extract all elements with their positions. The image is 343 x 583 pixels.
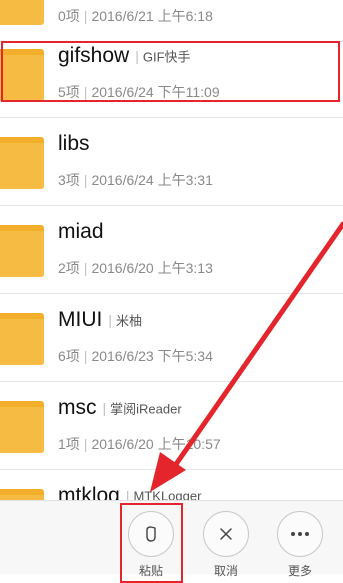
folder-name: msc <box>58 396 97 419</box>
folder-row-libs[interactable]: libs 3项 | 2016/6/24 上午3:31 <box>0 118 343 206</box>
folder-row-miui[interactable]: MIUI | 米柚 6项 | 2016/6/23 下午5:34 <box>0 294 343 382</box>
item-count: 2项 <box>58 260 80 276</box>
cancel-button[interactable]: 取消 <box>198 511 254 581</box>
folder-icon <box>0 137 44 189</box>
folder-alias: 米柚 <box>115 313 142 329</box>
folder-icon <box>0 313 44 365</box>
folder-name: miad <box>58 220 104 243</box>
gifshow-highlight-box <box>1 41 340 102</box>
folder-icon <box>0 401 44 453</box>
item-count: 1项 <box>58 436 80 452</box>
cancel-label: 取消 <box>213 564 238 578</box>
modified-date: 2016/6/24 上午3:31 <box>91 172 213 188</box>
folder-row-msc[interactable]: msc | 掌阅iReader 1项 | 2016/6/20 上午10:57 <box>0 382 343 470</box>
folder-name: libs <box>58 132 90 155</box>
more-button[interactable]: 更多 <box>272 511 328 581</box>
folder-icon <box>0 225 44 277</box>
folder-icon <box>0 0 44 25</box>
folder-alias: 掌阅iReader <box>110 401 182 417</box>
item-count: 6项 <box>58 348 80 364</box>
folder-name: MIUI <box>58 308 103 331</box>
modified-date: 2016/6/23 下午5:34 <box>91 348 213 364</box>
close-icon <box>203 511 249 557</box>
more-icon <box>277 511 323 557</box>
modified-date: 2016/6/20 上午10:57 <box>91 436 221 452</box>
item-count: 3项 <box>58 172 80 188</box>
modified-date: 2016/6/21 上午6:18 <box>91 8 213 24</box>
folder-row-miad[interactable]: miad 2项 | 2016/6/20 上午3:13 <box>0 206 343 294</box>
item-count: 0项 <box>58 8 80 24</box>
paste-highlight-box <box>120 503 183 583</box>
modified-date: 2016/6/20 上午3:13 <box>91 260 213 276</box>
more-label: 更多 <box>287 564 312 578</box>
